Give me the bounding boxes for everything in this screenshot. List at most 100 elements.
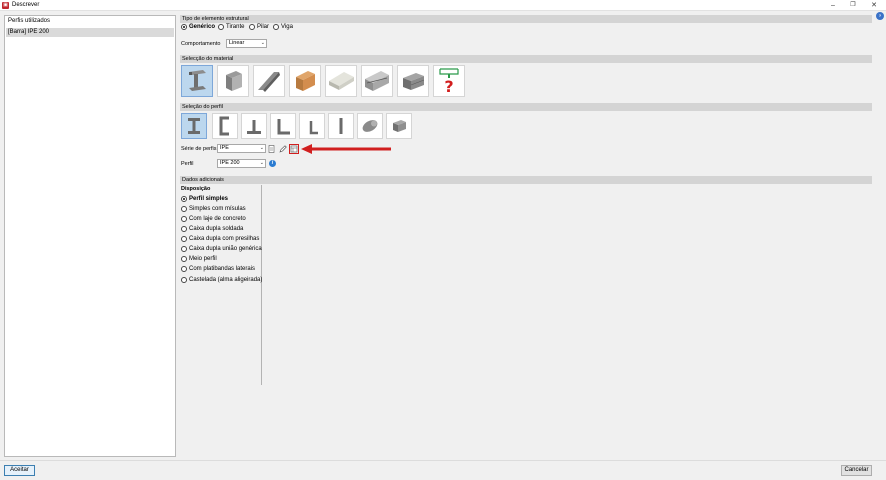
comportamento-select[interactable]: Linear ⌄ bbox=[226, 39, 267, 48]
profile-type-t[interactable] bbox=[241, 113, 267, 139]
serie-label: Série de perfis bbox=[181, 146, 217, 152]
radio-button[interactable] bbox=[181, 206, 187, 212]
radio-button[interactable] bbox=[218, 24, 224, 30]
help-icon[interactable]: ? bbox=[876, 12, 884, 20]
radio-button[interactable] bbox=[181, 196, 187, 202]
perfil-label: Perfil bbox=[181, 161, 194, 167]
radio-caixa-soldada[interactable]: Caixa dupla soldada bbox=[181, 226, 243, 232]
comportamento-label: Comportamento bbox=[181, 41, 221, 47]
used-profiles-list: Perfis utilizados [Barra] IPE 200 bbox=[4, 15, 176, 457]
restore-icon[interactable]: ❐ bbox=[848, 1, 858, 10]
radio-button[interactable] bbox=[181, 246, 187, 252]
material-wood[interactable] bbox=[289, 65, 321, 97]
info-icon[interactable]: i bbox=[269, 160, 276, 167]
close-icon[interactable]: ✕ bbox=[869, 1, 879, 10]
radio-meio-perfil[interactable]: Meio perfil bbox=[181, 256, 217, 262]
channel-section-icon bbox=[219, 116, 229, 136]
used-profiles-header: Perfis utilizados bbox=[8, 18, 51, 24]
edit-series-icon[interactable] bbox=[279, 145, 287, 153]
radio-laje-concreto[interactable]: Com laje de concreto bbox=[181, 216, 246, 222]
material-aluminium[interactable] bbox=[361, 65, 393, 97]
list-item[interactable]: [Barra] IPE 200 bbox=[6, 28, 174, 37]
profile-type-i[interactable] bbox=[181, 113, 207, 139]
radio-generico[interactable]: Genérico bbox=[181, 24, 215, 30]
radio-label: Pilar bbox=[257, 24, 270, 30]
radio-button[interactable] bbox=[181, 256, 187, 262]
radio-label: Tirante bbox=[226, 24, 245, 30]
chevron-down-icon: ⌄ bbox=[259, 145, 264, 151]
radio-label: Simples com mísulas bbox=[189, 206, 246, 212]
series-table-icon[interactable] bbox=[289, 144, 299, 154]
app-icon: ▣ bbox=[2, 2, 9, 9]
unequal-angle-icon bbox=[309, 121, 318, 135]
profile-type-rect-tube[interactable] bbox=[386, 113, 412, 139]
radio-label: Caixa dupla com presilhas bbox=[189, 236, 260, 242]
radio-button[interactable] bbox=[181, 277, 187, 283]
material-composite[interactable] bbox=[325, 65, 357, 97]
material-generic[interactable]: ? bbox=[433, 65, 465, 97]
element-type-header: Tipo de elemento estrutural bbox=[180, 15, 872, 23]
radio-label: Caixa dupla união genérica bbox=[189, 246, 262, 252]
profile-type-round-tube[interactable] bbox=[357, 113, 383, 139]
radio-button[interactable] bbox=[181, 236, 187, 242]
radio-tirante[interactable]: Tirante bbox=[218, 24, 244, 30]
radio-viga[interactable]: Viga bbox=[273, 24, 293, 30]
rect-tube-icon bbox=[393, 120, 406, 132]
window-title: Descrever bbox=[12, 2, 40, 8]
profile-type-plate[interactable] bbox=[328, 113, 354, 139]
annotation-arrow-icon bbox=[301, 144, 391, 154]
serie-select[interactable]: IPE ⌄ bbox=[217, 144, 266, 153]
radio-label: Com laje de concreto bbox=[189, 216, 246, 222]
concrete-beam-icon bbox=[226, 71, 242, 91]
radio-simples-misulas[interactable]: Simples com mísulas bbox=[181, 206, 246, 212]
comportamento-value: Linear bbox=[229, 40, 245, 46]
hot-rolled-steel-icon bbox=[189, 70, 206, 91]
footer-divider bbox=[0, 460, 886, 461]
radio-castelada[interactable]: Castelada (alma aligeirada) bbox=[181, 277, 262, 283]
additional-data-header: Dados adicionais bbox=[180, 176, 872, 184]
radio-button[interactable] bbox=[181, 216, 187, 222]
masonry-icon bbox=[403, 73, 425, 90]
generic-section-icon: ? bbox=[439, 68, 459, 96]
radio-button[interactable] bbox=[181, 24, 187, 30]
round-tube-icon bbox=[362, 120, 378, 132]
radio-pilar[interactable]: Pilar bbox=[249, 24, 269, 30]
radio-label: Meio perfil bbox=[189, 256, 217, 262]
accept-button[interactable]: Aceitar bbox=[4, 465, 35, 476]
radio-button[interactable] bbox=[181, 226, 187, 232]
profile-selection-header: Seleção do perfil bbox=[180, 103, 872, 111]
svg-text:?: ? bbox=[444, 77, 453, 96]
cancel-button[interactable]: Cancelar bbox=[841, 465, 872, 476]
profile-type-unequal-angle[interactable] bbox=[299, 113, 325, 139]
wood-beam-icon bbox=[296, 71, 315, 91]
chevron-down-icon: ⌄ bbox=[259, 160, 264, 166]
i-section-icon bbox=[188, 118, 200, 134]
radio-perfil-simples[interactable]: Perfil simples bbox=[181, 196, 228, 202]
title-bar: ▣ Descrever – ❐ ✕ bbox=[0, 0, 886, 11]
radio-button[interactable] bbox=[249, 24, 255, 30]
radio-label: Perfil simples bbox=[189, 196, 229, 202]
material-concrete[interactable] bbox=[217, 65, 249, 97]
radio-button[interactable] bbox=[273, 24, 279, 30]
radio-platibandas[interactable]: Com platibandas laterais bbox=[181, 266, 255, 272]
new-series-icon[interactable] bbox=[268, 145, 276, 153]
radio-caixa-generica[interactable]: Caixa dupla união genérica bbox=[181, 246, 262, 252]
radio-label: Castelada (alma aligeirada) bbox=[189, 277, 263, 283]
cold-formed-steel-icon bbox=[258, 72, 280, 92]
material-masonry[interactable] bbox=[397, 65, 429, 97]
material-cold-formed[interactable] bbox=[253, 65, 285, 97]
serie-value: IPE bbox=[220, 145, 229, 151]
radio-button[interactable] bbox=[181, 266, 187, 272]
profile-type-angle[interactable] bbox=[270, 113, 296, 139]
chevron-down-icon: ⌄ bbox=[260, 40, 265, 46]
minimize-icon[interactable]: – bbox=[828, 1, 838, 10]
perfil-select[interactable]: IPE 200 ⌄ bbox=[217, 159, 266, 168]
radio-caixa-presilhas[interactable]: Caixa dupla com presilhas bbox=[181, 236, 259, 242]
angle-section-icon bbox=[277, 119, 290, 135]
disposicao-label: Disposição bbox=[181, 186, 211, 192]
profile-type-channel[interactable] bbox=[212, 113, 238, 139]
radio-label: Viga bbox=[281, 24, 293, 30]
material-hot-rolled-steel[interactable] bbox=[181, 65, 213, 97]
radio-label: Com platibandas laterais bbox=[189, 266, 256, 272]
divider bbox=[261, 185, 262, 385]
